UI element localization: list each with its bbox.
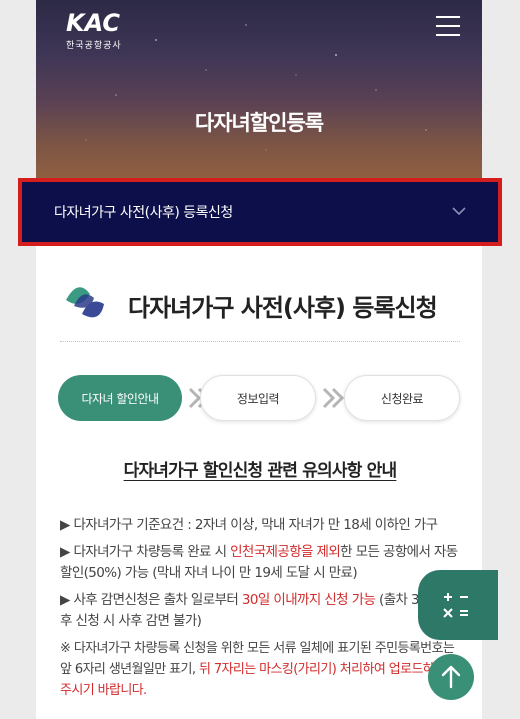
section-logo-icon bbox=[66, 287, 104, 318]
page-title: 다자녀할인등록 bbox=[194, 111, 324, 135]
divider bbox=[60, 341, 460, 342]
notice-item-criteria: ▶ 다자녀가구 기준요건 : 2자녀 이상, 막내 자녀가 만 18세 이하인 … bbox=[60, 517, 438, 533]
notice-item-post-application: ▶ 사후 감면신청은 출차 일로부터 30일 이내까지 신청 가능 (출차 30… bbox=[60, 592, 455, 629]
section-header: 다자녀가구 사전(사후) 등록신청 bbox=[60, 280, 460, 330]
step-arrow-icon bbox=[322, 387, 345, 409]
logo-subtitle: 한국공항공사 bbox=[66, 41, 122, 51]
step-indicator: 다자녀 할인안내 정보입력 신청완료 bbox=[58, 375, 462, 423]
kac-logo[interactable]: KAC 한국공항공사 bbox=[66, 10, 122, 51]
step-complete: 신청완료 bbox=[344, 375, 460, 421]
notice-item-auto-discount: ▶ 다자녀가구 차량등록 완료 시 인천국제공항을 제외한 모든 공항에서 자동… bbox=[60, 544, 458, 581]
hamburger-menu-icon[interactable] bbox=[436, 16, 460, 36]
page-frame: KAC 한국공항공사 다자녀할인등록 다자녀가구 사전(사후) 등록신청 다자녀… bbox=[36, 0, 482, 719]
step-info-input: 정보입력 bbox=[200, 375, 316, 421]
step-discount-guide: 다자녀 할인안내 bbox=[58, 375, 182, 421]
logo-mark: KAC bbox=[66, 9, 121, 37]
highlight-frame bbox=[18, 178, 502, 246]
calculator-icon bbox=[443, 593, 468, 618]
hero-banner: KAC 한국공항공사 다자녀할인등록 bbox=[36, 0, 482, 185]
section-title: 다자녀가구 사전(사후) 등록신청 bbox=[128, 294, 438, 322]
scroll-top-button[interactable] bbox=[428, 654, 474, 700]
notice-body: ▶ 다자녀가구 기준요건 : 2자녀 이상, 막내 자녀가 만 18세 이하인 … bbox=[60, 515, 460, 707]
calculator-button[interactable] bbox=[418, 570, 498, 640]
notice-title: 다자녀가구 할인신청 관련 유의사항 안내 bbox=[123, 461, 398, 481]
arrow-up-icon bbox=[441, 665, 461, 689]
notice-item-masking: ※ 다자녀가구 차량등록 신청을 위한 모든 서류 일체에 표기된 주민등록번호… bbox=[60, 641, 455, 698]
